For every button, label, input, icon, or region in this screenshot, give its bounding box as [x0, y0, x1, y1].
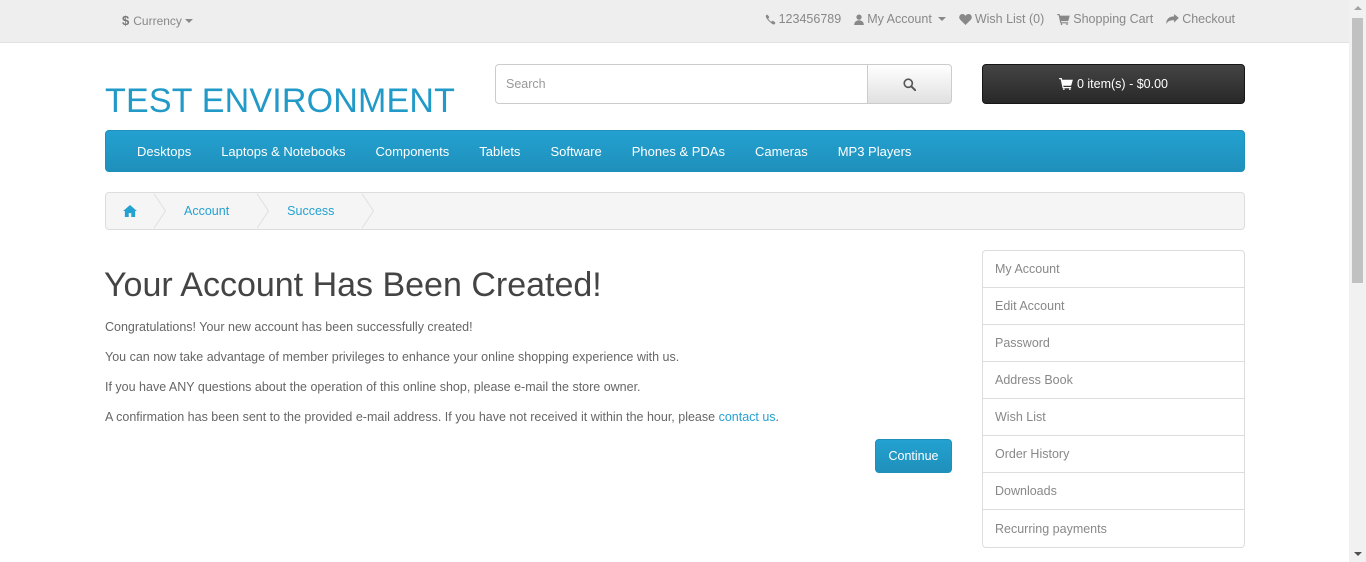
menu-item-laptops-notebooks[interactable]: Laptops & Notebooks [206, 144, 360, 159]
search-input[interactable] [495, 64, 868, 104]
home-icon [123, 205, 137, 217]
search-icon [903, 77, 916, 91]
page-title: Your Account Has Been Created! [104, 266, 602, 304]
heart-icon [959, 13, 972, 25]
phone-number: 123456789 [778, 12, 842, 26]
checkout-label: Checkout [1182, 12, 1235, 26]
sidebar-item-order-history[interactable]: Order History [983, 436, 1244, 473]
menu-item-phones-pdas[interactable]: Phones & PDAs [617, 144, 740, 159]
wishlist-label: Wish List (0) [974, 12, 1045, 26]
menu-item-desktops[interactable]: Desktops [122, 144, 206, 159]
my-account-link[interactable]: My Account [854, 12, 946, 26]
questions-message: If you have ANY questions about the oper… [105, 380, 641, 394]
menu-item-mp3-players[interactable]: MP3 Players [823, 144, 927, 159]
breadcrumb-home[interactable] [106, 193, 154, 229]
main-menu: Desktops Laptops & Notebooks Components … [105, 130, 1245, 172]
share-icon [1166, 13, 1179, 24]
caret-down-icon [937, 17, 946, 21]
success-message: Congratulations! Your new account has be… [105, 320, 473, 334]
shopping-cart-link[interactable]: Shopping Cart [1057, 12, 1153, 26]
breadcrumb-success[interactable]: Success [257, 193, 362, 229]
top-links: 123456789 My Account Wish List (0) Shopp… [765, 12, 1235, 26]
menu-item-components[interactable]: Components [361, 144, 465, 159]
currency-symbol: $ [122, 13, 130, 28]
breadcrumb-account[interactable]: Account [154, 193, 257, 229]
store-logo[interactable]: TEST ENVIRONMENT [105, 82, 455, 121]
confirmation-message: A confirmation has been sent to the prov… [105, 410, 779, 424]
shopping-cart-icon [1059, 78, 1073, 90]
confirmation-suffix: . [775, 410, 780, 424]
sidebar-item-wish-list[interactable]: Wish List [983, 399, 1244, 436]
confirmation-text: A confirmation has been sent to the prov… [105, 410, 719, 424]
shopping-cart-icon [1057, 13, 1071, 25]
currency-label: Currency [133, 13, 182, 28]
my-account-label: My Account [867, 12, 932, 26]
continue-button[interactable]: Continue [875, 439, 952, 473]
user-icon [854, 13, 864, 25]
sidebar-item-edit-account[interactable]: Edit Account [983, 288, 1244, 325]
sidebar-item-address-book[interactable]: Address Book [983, 362, 1244, 399]
cart-total: 0 item(s) - $0.00 [1076, 77, 1168, 91]
menu-item-tablets[interactable]: Tablets [464, 144, 535, 159]
privileges-message: You can now take advantage of member pri… [105, 350, 680, 364]
scroll-up-arrow-icon[interactable] [1354, 6, 1362, 10]
scroll-down-arrow-icon[interactable] [1354, 552, 1362, 556]
wishlist-link[interactable]: Wish List (0) [959, 12, 1044, 26]
sidebar-item-downloads[interactable]: Downloads [983, 473, 1244, 510]
cart-button[interactable]: 0 item(s) - $0.00 [982, 64, 1245, 104]
account-sidebar: My Account Edit Account Password Address… [982, 250, 1245, 548]
checkout-link[interactable]: Checkout [1166, 12, 1235, 26]
page-scrollbar[interactable] [1349, 0, 1366, 562]
breadcrumb: Account Success [105, 192, 1245, 230]
sidebar-item-recurring-payments[interactable]: Recurring payments [983, 510, 1244, 547]
top-bar: $ Currency 123456789 My Account Wish Lis… [0, 0, 1349, 43]
search-bar [495, 64, 952, 104]
phone-icon [765, 14, 775, 25]
shopping-cart-label: Shopping Cart [1073, 12, 1154, 26]
menu-item-software[interactable]: Software [535, 144, 616, 159]
menu-item-cameras[interactable]: Cameras [740, 144, 823, 159]
phone-link[interactable]: 123456789 [765, 12, 842, 26]
scrollbar-thumb[interactable] [1352, 18, 1363, 283]
sidebar-item-password[interactable]: Password [983, 325, 1244, 362]
sidebar-item-my-account[interactable]: My Account [983, 251, 1244, 288]
caret-down-icon [184, 18, 193, 23]
contact-us-link[interactable]: contact us [719, 410, 776, 424]
search-button[interactable] [868, 64, 952, 104]
currency-dropdown[interactable]: $ Currency [122, 13, 193, 28]
